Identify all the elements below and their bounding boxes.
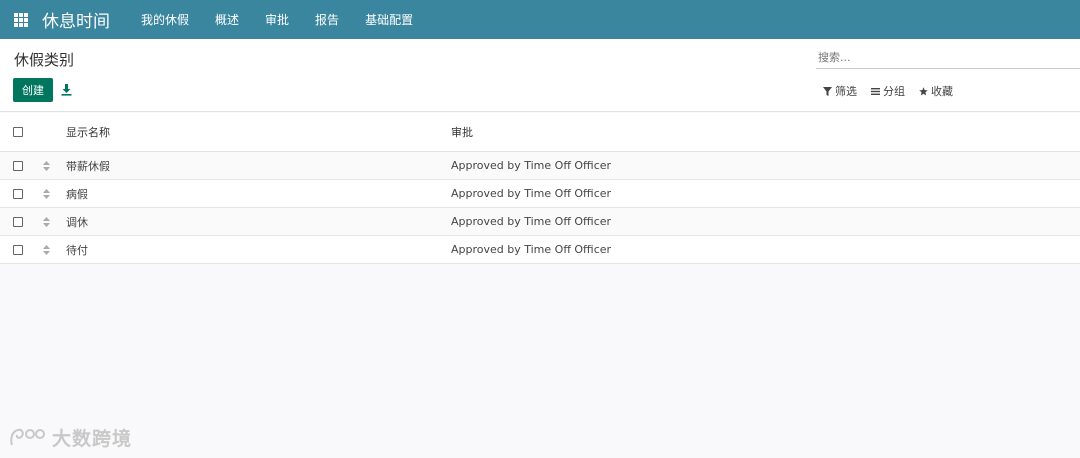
- select-all-checkbox[interactable]: [13, 127, 23, 137]
- row-approval: Approved by Time Off Officer: [451, 243, 612, 256]
- table-row[interactable]: 调休 Approved by Time Off Officer: [0, 208, 1080, 236]
- control-panel: 休假类别 创建 筛选 分组 收藏: [0, 39, 1080, 112]
- filter-button[interactable]: 筛选: [823, 83, 857, 99]
- breadcrumb: 休假类别: [14, 51, 75, 69]
- column-header-name[interactable]: 显示名称: [66, 124, 451, 140]
- list-icon: [871, 87, 880, 95]
- watermark-text: 大数跨境: [52, 428, 133, 450]
- list-header: 显示名称 审批: [0, 113, 1080, 152]
- row-name: 待付: [66, 243, 88, 257]
- list-view: 显示名称 审批 带薪休假 Approved by Time Off Office…: [0, 113, 1080, 264]
- row-checkbox[interactable]: [13, 216, 23, 227]
- favorites-label: 收藏: [931, 85, 953, 98]
- column-header-approval[interactable]: 审批: [451, 124, 1080, 140]
- nav-reporting[interactable]: 报告: [315, 11, 339, 28]
- favorites-button[interactable]: 收藏: [919, 83, 953, 99]
- row-name: 病假: [66, 187, 88, 201]
- table-row[interactable]: 病假 Approved by Time Off Officer: [0, 180, 1080, 208]
- search-input[interactable]: [816, 47, 1080, 69]
- row-checkbox[interactable]: [13, 188, 23, 199]
- row-approval: Approved by Time Off Officer: [451, 187, 612, 200]
- table-row[interactable]: 待付 Approved by Time Off Officer: [0, 236, 1080, 264]
- row-checkbox[interactable]: [13, 244, 23, 255]
- star-icon: [919, 86, 928, 95]
- watermark: 大数跨境: [8, 424, 132, 451]
- nav-configuration[interactable]: 基础配置: [365, 11, 413, 28]
- watermark-logo-icon: [10, 428, 45, 445]
- table-row[interactable]: 带薪休假 Approved by Time Off Officer: [0, 152, 1080, 180]
- list-body: 带薪休假 Approved by Time Off Officer 病假 App…: [0, 152, 1080, 264]
- sort-handle-icon[interactable]: [43, 160, 50, 171]
- group-by-button[interactable]: 分组: [871, 83, 905, 99]
- app-title[interactable]: 休息时间: [42, 7, 110, 32]
- row-name: 带薪休假: [66, 159, 110, 173]
- row-name: 调休: [66, 215, 88, 229]
- filter-icon: [823, 86, 832, 96]
- filter-label: 筛选: [835, 85, 857, 98]
- nav-overview[interactable]: 概述: [215, 11, 239, 28]
- nav-approvals[interactable]: 审批: [265, 11, 289, 28]
- row-approval: Approved by Time Off Officer: [451, 215, 612, 228]
- nav-my-time-off[interactable]: 我的休假: [141, 11, 189, 28]
- sort-handle-icon[interactable]: [43, 244, 50, 255]
- download-icon[interactable]: [61, 84, 72, 96]
- sort-handle-icon[interactable]: [43, 216, 50, 227]
- create-button[interactable]: 创建: [13, 78, 53, 102]
- row-checkbox[interactable]: [13, 160, 23, 171]
- top-navbar: 休息时间 我的休假 概述 审批 报告 基础配置: [0, 0, 1080, 39]
- search-options: 筛选 分组 收藏: [823, 83, 953, 99]
- row-approval: Approved by Time Off Officer: [451, 159, 612, 172]
- group-by-label: 分组: [883, 85, 905, 98]
- sort-handle-icon[interactable]: [43, 188, 50, 199]
- apps-grid-icon[interactable]: [14, 12, 28, 27]
